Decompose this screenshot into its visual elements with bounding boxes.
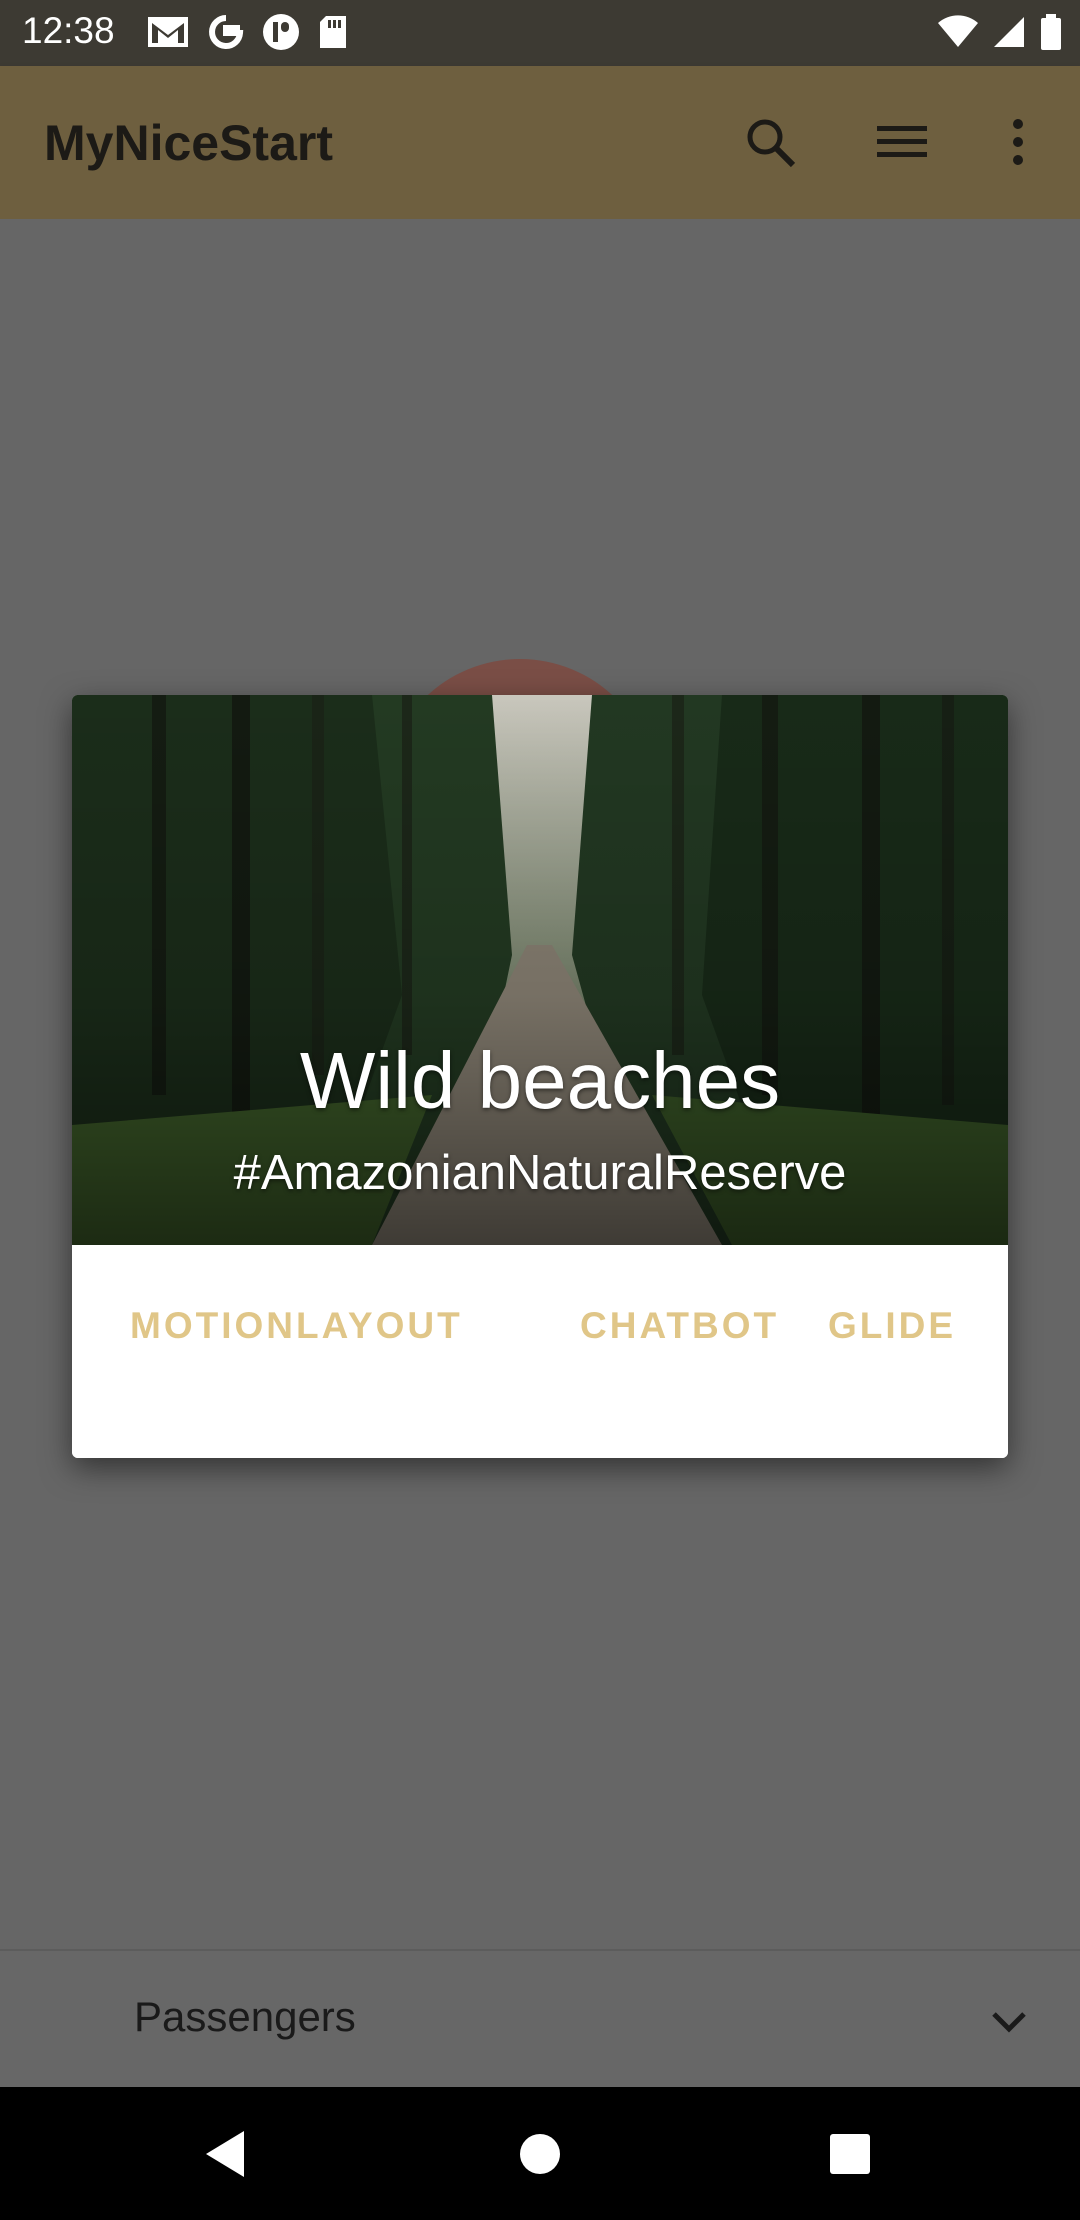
dialog-title: Wild beaches bbox=[299, 1036, 781, 1125]
sd-card-icon bbox=[318, 14, 348, 54]
back-icon[interactable] bbox=[192, 2121, 258, 2187]
home-icon[interactable] bbox=[507, 2121, 573, 2187]
dialog-subtitle: #AmazonianNaturalReserve bbox=[233, 1146, 847, 1200]
system-icons bbox=[938, 14, 1062, 54]
menu-icon[interactable] bbox=[870, 110, 934, 174]
glide-button[interactable]: GLIDE bbox=[828, 1305, 956, 1347]
signal-icon bbox=[992, 15, 1026, 53]
more-vert-icon[interactable] bbox=[986, 110, 1050, 174]
forest-path-image: Wild beaches #AmazonianNaturalReserve bbox=[72, 695, 1008, 1245]
chevron-down-icon[interactable] bbox=[984, 1997, 1034, 2047]
app-title: MyNiceStart bbox=[44, 115, 333, 171]
app-bar: MyNiceStart bbox=[0, 66, 1080, 219]
app-icon bbox=[262, 13, 300, 55]
search-icon[interactable] bbox=[738, 110, 802, 174]
notification-icons bbox=[146, 14, 348, 54]
dialog-card: Wild beaches #AmazonianNaturalReserve MO… bbox=[72, 695, 1008, 1458]
google-icon bbox=[208, 14, 244, 54]
status-time: 12:38 bbox=[22, 10, 115, 51]
gmail-icon bbox=[146, 15, 190, 53]
chatbot-button[interactable]: CHATBOT bbox=[580, 1305, 779, 1347]
wifi-icon bbox=[938, 15, 978, 53]
navigation-bar bbox=[0, 2087, 1080, 2220]
motionlayout-button[interactable]: MOTIONLAYOUT bbox=[130, 1305, 463, 1347]
passengers-selector[interactable]: Passengers bbox=[0, 1949, 1080, 2089]
recents-icon[interactable] bbox=[817, 2121, 883, 2187]
status-bar: 12:38 bbox=[0, 0, 1080, 66]
battery-icon bbox=[1040, 14, 1062, 54]
selector-label: Passengers bbox=[134, 1993, 356, 2040]
dialog-actions: MOTIONLAYOUT CHATBOT GLIDE bbox=[72, 1245, 1008, 1458]
